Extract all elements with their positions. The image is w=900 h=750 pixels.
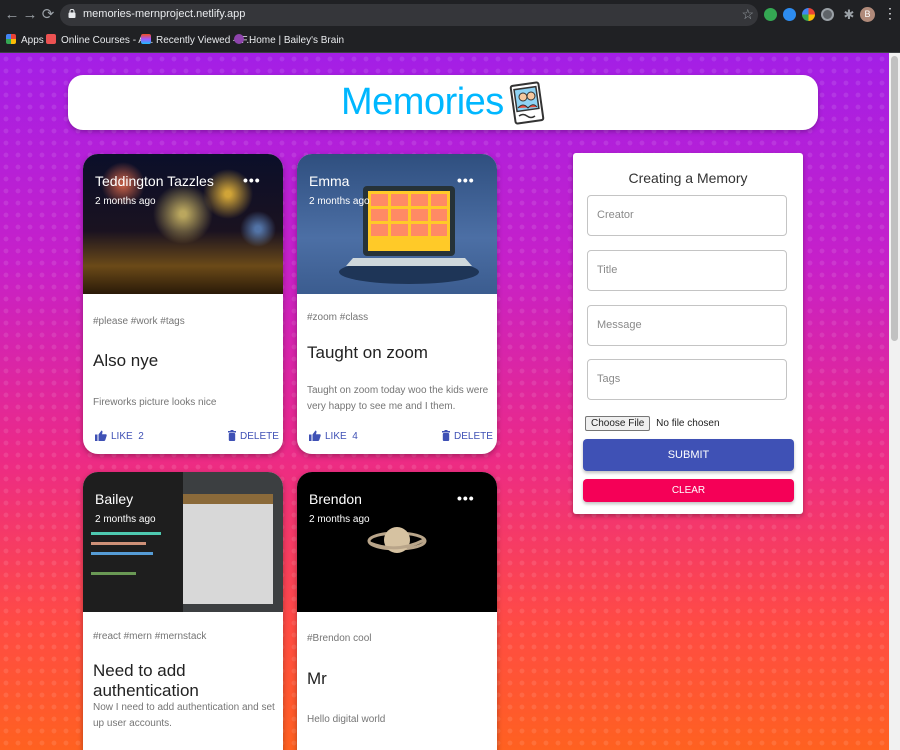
card-time: 2 months ago	[309, 514, 370, 525]
card-time: 2 months ago	[95, 196, 156, 207]
card-title: Also nye	[93, 351, 159, 370]
like-count: 2	[138, 431, 144, 442]
trash-icon	[442, 430, 450, 441]
form-title: Creating a Memory	[628, 170, 748, 186]
card-title: Need to add authentication	[93, 661, 199, 700]
profile-avatar[interactable]: B	[860, 7, 875, 22]
apps-grid-icon	[6, 34, 16, 44]
brain-site-icon	[234, 34, 244, 44]
more-options-icon[interactable]: •••	[457, 490, 475, 506]
more-options-icon[interactable]: •••	[457, 172, 475, 188]
clear-button[interactable]: CLEAR	[583, 479, 794, 502]
saturn-image: Brendon 2 months ago •••	[297, 472, 497, 612]
tags-field[interactable]: Tags	[587, 359, 787, 400]
extension-record-icon[interactable]	[821, 8, 834, 21]
address-bar[interactable]: memories-mernproject.netlify.app ☆	[60, 4, 758, 26]
card-tags: #zoom #class	[307, 312, 369, 323]
card-tags: #react #mern #mernstack	[93, 631, 207, 642]
card-creator: Brendon	[309, 491, 362, 507]
create-memory-form: Creating a Memory Creator Title Message …	[573, 153, 803, 514]
card-message: Fireworks picture looks nice	[93, 397, 217, 408]
lock-icon	[68, 9, 76, 18]
zoom-class-image: Emma 2 months ago •••	[297, 154, 497, 294]
thumb-up-icon	[95, 430, 107, 441]
file-status: No file chosen	[656, 418, 720, 429]
browser-menu-icon[interactable]: ⋮	[883, 5, 897, 22]
title-field[interactable]: Title	[587, 250, 787, 291]
app-title: Memories	[341, 81, 504, 123]
creator-field[interactable]: Creator	[587, 195, 787, 236]
like-button[interactable]: LIKE 4	[309, 430, 358, 442]
page-content: Memories Teddington Tazzles 2 months ago…	[0, 53, 889, 750]
card-time: 2 months ago	[309, 196, 370, 207]
extension-color-icon[interactable]	[802, 8, 815, 21]
card-message: Taught on zoom today woo the kids were v…	[307, 385, 489, 412]
memory-card: Brendon 2 months ago ••• #Brendon cool M…	[297, 472, 497, 750]
reload-icon[interactable]: ⟳	[39, 6, 57, 24]
figma-icon	[141, 34, 151, 44]
card-message: Now I need to add authentication and set…	[93, 702, 275, 729]
code-editor-image: Bailey 2 months ago	[83, 472, 283, 612]
trash-icon	[228, 430, 236, 441]
card-creator: Emma	[309, 173, 350, 189]
memory-card: Teddington Tazzles 2 months ago ••• #ple…	[83, 154, 283, 454]
message-field[interactable]: Message	[587, 305, 787, 346]
memory-card: Bailey 2 months ago #react #mern #mernst…	[83, 472, 283, 750]
card-creator: Bailey	[95, 491, 134, 507]
thumb-up-icon	[309, 430, 321, 441]
browser-toolbar: ← → ⟳ memories-mernproject.netlify.app ☆…	[0, 0, 900, 30]
more-options-icon[interactable]: •••	[243, 172, 261, 188]
delete-button[interactable]: DELETE	[228, 430, 279, 442]
submit-button[interactable]: SUBMIT	[583, 439, 794, 471]
bookmark-apps[interactable]: Apps	[6, 34, 44, 46]
card-title: Taught on zoom	[307, 343, 428, 362]
card-time: 2 months ago	[95, 514, 156, 525]
app-bar: Memories	[68, 75, 818, 130]
photo-album-icon	[509, 81, 545, 125]
forward-icon[interactable]: →	[21, 6, 39, 24]
card-tags: #Brendon cool	[307, 633, 372, 644]
back-icon[interactable]: ←	[3, 6, 21, 24]
card-message: Hello digital world	[307, 714, 386, 725]
bookmark-star-icon[interactable]: ☆	[741, 6, 754, 23]
scrollbar-thumb[interactable]	[891, 56, 898, 341]
like-count: 4	[352, 431, 358, 442]
bookmark-baileys-brain[interactable]: Home | Bailey's Brain	[234, 34, 344, 46]
extension-react-icon[interactable]	[783, 8, 796, 21]
extensions-puzzle-icon[interactable]: ✱	[840, 6, 858, 24]
choose-file-button[interactable]: Choose File	[585, 416, 651, 431]
url-text: memories-mernproject.netlify.app	[83, 8, 246, 20]
fireworks-image: Teddington Tazzles 2 months ago •••	[83, 154, 283, 294]
card-tags: #please #work #tags	[93, 316, 185, 327]
bookmark-online-courses[interactable]: Online Courses - A...	[46, 34, 153, 46]
extension-check-icon[interactable]	[764, 8, 777, 21]
memory-card: Emma 2 months ago ••• #zoom #class Taugh…	[297, 154, 497, 454]
udemy-icon	[46, 34, 56, 44]
like-button[interactable]: LIKE 2	[95, 430, 144, 442]
file-input: Choose File No file chosen	[585, 416, 720, 431]
bookmarks-bar: Apps Online Courses - A... Recently View…	[0, 30, 900, 53]
card-creator: Teddington Tazzles	[95, 173, 214, 189]
delete-button[interactable]: DELETE	[442, 430, 493, 442]
card-title: Mr	[307, 669, 327, 688]
